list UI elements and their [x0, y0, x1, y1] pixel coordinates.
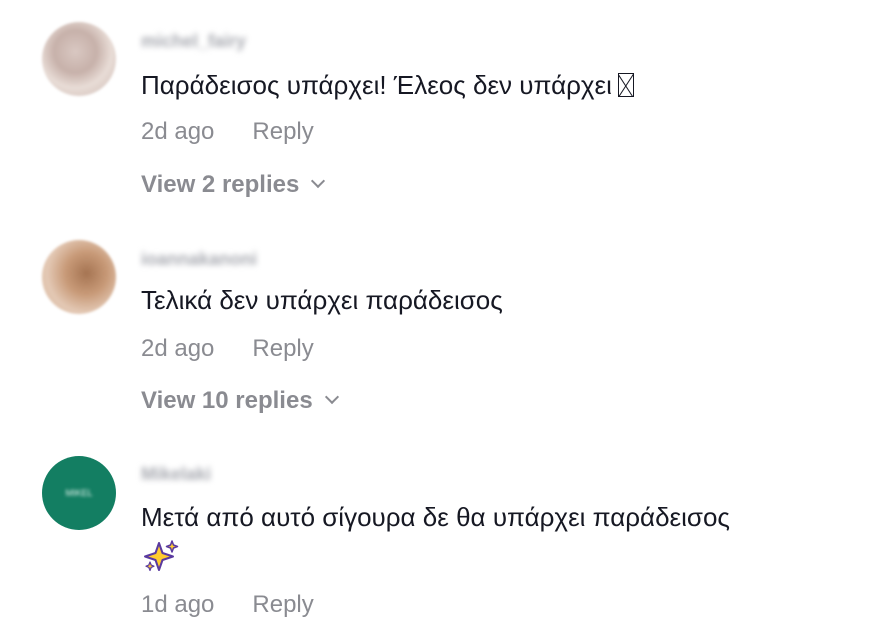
reply-button[interactable]: Reply [252, 118, 313, 145]
chevron-down-icon [311, 173, 326, 189]
comment-text: Μετά από αυτό σίγουρα δε θα υπάρχει παρά… [141, 502, 730, 532]
chevron-down-icon [324, 389, 339, 405]
avatar-text: MIKEL [65, 488, 93, 498]
reply-button[interactable]: Reply [252, 335, 313, 362]
missing-emoji-icon [617, 73, 634, 97]
view-replies-label: View 2 replies [141, 171, 300, 198]
comment-meta: 2d ago Reply [141, 335, 314, 363]
avatar[interactable] [42, 240, 116, 314]
view-replies-button[interactable]: View 2 replies [141, 171, 326, 199]
avatar[interactable]: MIKEL [42, 456, 116, 530]
comment-meta: 1d ago Reply [141, 591, 314, 619]
comment-username[interactable]: ioannakanoni [141, 249, 257, 270]
comment-timestamp: 2d ago [141, 118, 215, 145]
comment-text: Τελικά δεν υπάρχει παράδεισος [141, 285, 503, 315]
comment-username[interactable]: Mikelaki [141, 464, 211, 485]
comment-timestamp: 1d ago [141, 591, 215, 618]
view-replies-button[interactable]: View 10 replies [141, 387, 339, 415]
view-replies-label: View 10 replies [141, 387, 313, 414]
avatar[interactable] [42, 22, 116, 96]
reply-button[interactable]: Reply [252, 591, 313, 618]
comment-text: Παράδεισος υπάρχει! Έλεος δεν υπάρχει [141, 68, 634, 102]
comment-username[interactable]: michel_fairy [141, 31, 246, 52]
sparkles-icon [144, 540, 179, 572]
comment-timestamp: 2d ago [141, 335, 215, 362]
comment-text-content: Παράδεισος υπάρχει! Έλεος δεν υπάρχει [141, 70, 612, 100]
comment-meta: 2d ago Reply [141, 118, 314, 146]
